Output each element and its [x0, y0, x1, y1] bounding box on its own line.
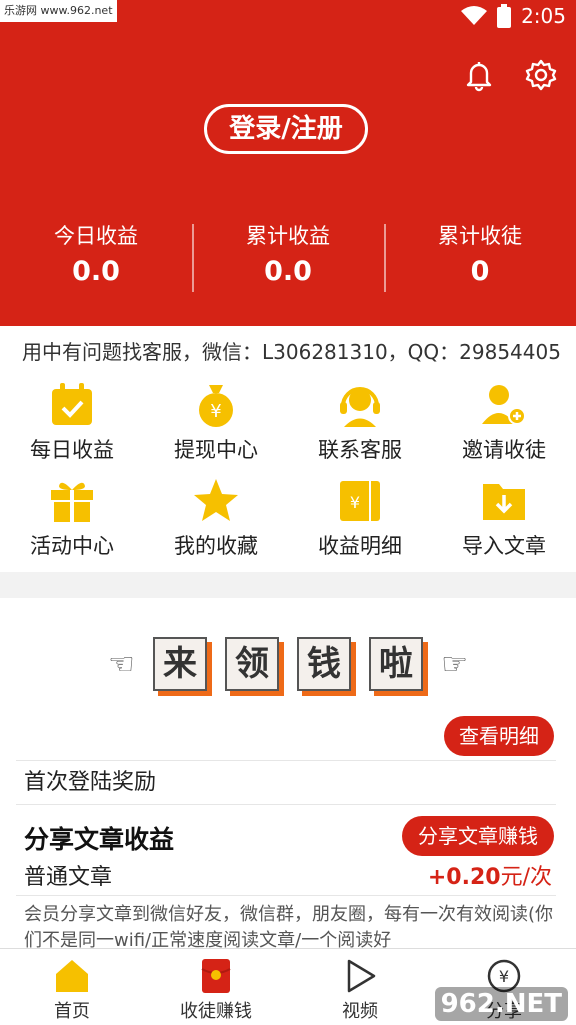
tab-home[interactable]: 首页 [0, 949, 144, 1025]
notice-marquee: 用中有问题找客服，微信：L306281310，QQ：29854405 [0, 326, 576, 372]
divider [16, 895, 556, 896]
grid-item-label: 每日收益 [30, 438, 114, 462]
grid-item-label: 活动中心 [30, 534, 114, 558]
grid-item-label: 邀请收徒 [462, 438, 546, 462]
notice-text: 用中有问题找客服，微信：L306281310，QQ：29854405 [22, 340, 561, 364]
svg-text:¥: ¥ [350, 493, 360, 512]
normal-article-label: 普通文章 [24, 865, 113, 890]
watermark: 乐游网 www.962.net [0, 0, 117, 22]
view-details-button[interactable]: 查看明细 [444, 716, 554, 756]
pointing-hand-icon: ☞ [441, 646, 468, 682]
status-time: 2:05 [521, 4, 566, 28]
stat-label: 今日收益 [54, 224, 138, 248]
header-actions [462, 58, 558, 92]
grid-item-invite-apprentice[interactable]: 邀请收徒 [432, 372, 576, 468]
stat-total-earnings[interactable]: 累计收益 0.0 [192, 218, 384, 296]
folder-download-icon [483, 484, 525, 520]
banner-char: 领 [224, 637, 279, 691]
wifi-icon [461, 6, 488, 25]
divider [16, 804, 556, 805]
add-user-icon [482, 385, 526, 425]
divider [16, 760, 556, 761]
grid-item-label: 导入文章 [462, 534, 546, 558]
grid-item-label: 收益明细 [318, 534, 402, 558]
star-icon [194, 479, 238, 521]
tab-recruit-earn[interactable]: 收徒赚钱 [144, 949, 288, 1025]
status-icons: 2:05 [461, 4, 566, 28]
login-register-button[interactable]: 登录/注册 [204, 104, 368, 154]
grid-item-label: 我的收藏 [174, 534, 258, 558]
share-article-button[interactable]: 分享文章赚钱 [402, 816, 554, 856]
site-watermark: 962.NET [434, 987, 568, 1021]
svg-text:¥: ¥ [210, 401, 221, 422]
money-bag-icon: ¥ [199, 385, 233, 427]
red-envelope-icon [201, 959, 231, 993]
pointing-hand-icon: ☜ [108, 646, 135, 682]
article-rate: +0.20元/次 [428, 859, 552, 891]
stat-value: 0 [470, 256, 490, 287]
gear-icon[interactable] [524, 58, 558, 92]
grid-item-withdraw-center[interactable]: ¥ 提现中心 [144, 372, 288, 468]
share-description: 会员分享文章到微信好友，微信群，朋友圈，每有一次有效阅读(你们不是同一wifi/… [24, 904, 554, 948]
battery-icon [497, 4, 512, 28]
tab-label: 视频 [342, 1001, 378, 1022]
play-icon [347, 959, 376, 993]
grid-item-label: 提现中心 [174, 438, 258, 462]
function-grid: 每日收益 ¥ 提现中心 联系客服 邀请收徒 活动中心 我的收藏 ¥ 收益明细 导… [0, 372, 576, 572]
grid-item-import-article[interactable]: 导入文章 [432, 468, 576, 564]
grid-item-contact-support[interactable]: 联系客服 [288, 372, 432, 468]
promo-banner: ☜ 来 领 钱 啦 ☞ [108, 634, 468, 694]
header: 乐游网 www.962.net 2:05 登录/注册 今日收益 0.0 累计收益… [0, 0, 576, 326]
tab-label: 收徒赚钱 [180, 1001, 252, 1022]
tab-label: 首页 [54, 1001, 90, 1022]
stats-row: 今日收益 0.0 累计收益 0.0 累计收徒 0 [0, 218, 576, 296]
headset-icon [340, 387, 380, 427]
grid-item-daily-earnings[interactable]: 每日收益 [0, 372, 144, 468]
status-bar: 乐游网 www.962.net 2:05 [0, 0, 576, 36]
home-icon [56, 960, 88, 992]
stat-value: 0.0 [264, 256, 312, 287]
grid-item-activity-center[interactable]: 活动中心 [0, 468, 144, 564]
rate-value: +0.20 [427, 865, 501, 890]
grid-item-label: 联系客服 [318, 438, 402, 462]
stat-label: 累计收徒 [438, 224, 522, 248]
bell-icon[interactable] [462, 58, 496, 92]
first-login-reward: 首次登陆奖励 [24, 770, 157, 795]
stat-today-earnings[interactable]: 今日收益 0.0 [0, 218, 192, 296]
bottom-tab-bar: 首页 收徒赚钱 视频 ¥ 分享 962.NET [0, 948, 576, 1025]
grid-item-my-favorites[interactable]: 我的收藏 [144, 468, 288, 564]
banner-char: 来 [152, 637, 207, 691]
banner-char: 啦 [369, 637, 424, 691]
banner-char: 钱 [297, 637, 351, 691]
stat-label: 累计收益 [246, 224, 330, 248]
promo-card: ☜ 来 领 钱 啦 ☞ 查看明细 首次登陆奖励 分享文章收益 分享文章赚钱 普通… [0, 598, 576, 948]
stat-total-apprentices[interactable]: 累计收徒 0 [384, 218, 576, 296]
calendar-check-icon [52, 383, 92, 425]
grid-item-earnings-details[interactable]: ¥ 收益明细 [288, 468, 432, 564]
gift-icon [51, 482, 93, 522]
tab-video[interactable]: 视频 [288, 949, 432, 1025]
share-earnings-title: 分享文章收益 [24, 825, 175, 854]
rate-unit: 元/次 [500, 865, 552, 890]
stat-value: 0.0 [72, 256, 120, 287]
svg-text:¥: ¥ [499, 967, 509, 986]
wallet-icon: ¥ [340, 481, 380, 521]
